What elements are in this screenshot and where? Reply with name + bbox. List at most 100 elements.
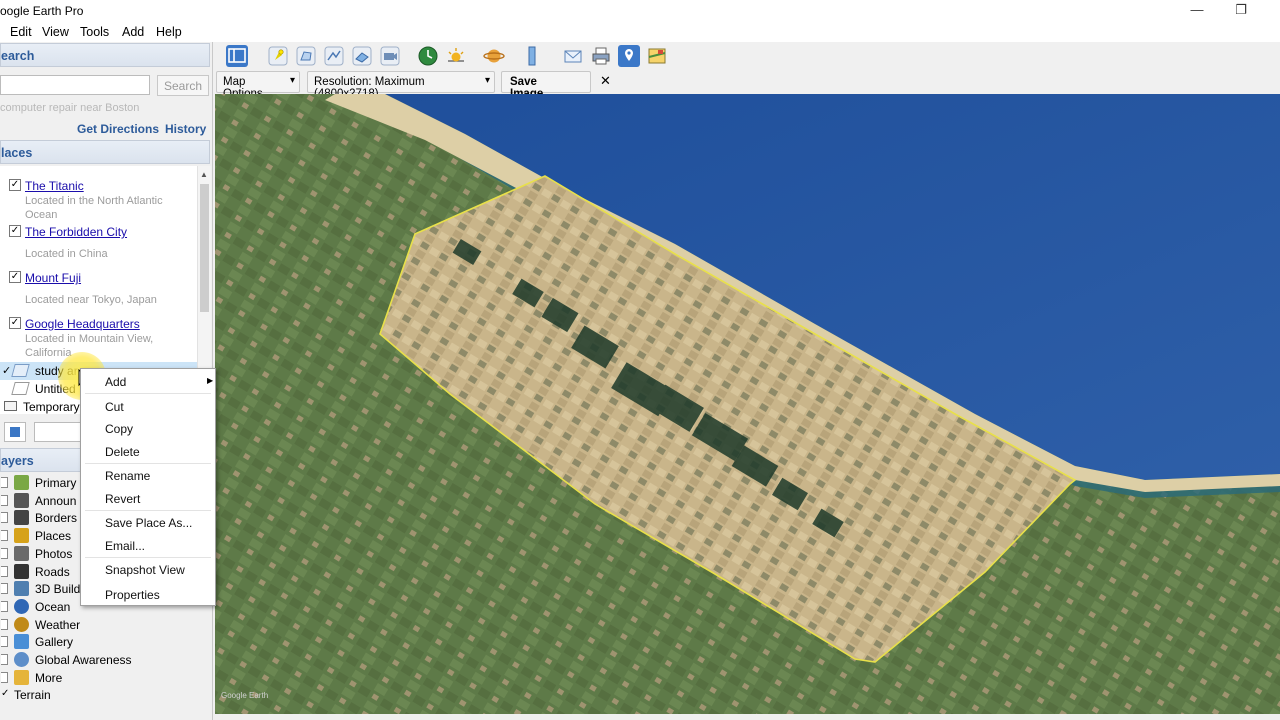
places-panel-header[interactable]: laces: [0, 140, 210, 164]
ctx-delete[interactable]: Delete: [105, 445, 140, 459]
save-image-tool-button[interactable]: [618, 45, 640, 67]
layer-item[interactable]: More: [0, 669, 210, 686]
layer-checkbox[interactable]: [1, 636, 8, 648]
layer-checkbox[interactable]: [1, 512, 8, 524]
window-title: oogle Earth Pro: [0, 4, 84, 18]
planet-icon: [483, 49, 505, 63]
map-watermark: Google Earth: [221, 691, 268, 700]
ruler-button[interactable]: [521, 45, 543, 67]
place-google-hq-desc: Located in Mountain View, California: [25, 333, 154, 359]
sun-icon: [448, 48, 464, 62]
checkbox-titanic[interactable]: ✓: [9, 179, 21, 191]
globe-icon: [14, 652, 29, 667]
layer-checkbox[interactable]: [1, 671, 8, 683]
layer-label: Roads: [35, 564, 70, 579]
sidebar-toggle-button[interactable]: [226, 45, 248, 67]
layer-checkbox[interactable]: [1, 565, 8, 577]
switch-planet-button[interactable]: [483, 45, 505, 67]
layer-label: More: [35, 670, 63, 685]
menu-tools[interactable]: Tools: [80, 25, 109, 39]
place-google-hq[interactable]: Google Headquarters: [25, 317, 140, 331]
building-icon: [14, 581, 29, 597]
layer-checkbox[interactable]: [1, 477, 8, 488]
ctx-rename[interactable]: Rename: [105, 469, 150, 483]
restore-button[interactable]: ❐: [1221, 2, 1261, 20]
search-input[interactable]: [0, 75, 150, 95]
layer-item[interactable]: Global Awareness: [0, 651, 210, 668]
add-placemark-button[interactable]: [267, 45, 289, 67]
layer-checkbox[interactable]: [1, 583, 8, 595]
print-button[interactable]: [590, 45, 612, 67]
layer-label: Weather: [35, 617, 81, 632]
layer-label: Terrain: [14, 688, 51, 703]
more-icon: [14, 669, 29, 685]
layer-label: Photos: [35, 546, 73, 561]
close-save-mode-button[interactable]: ✕: [600, 73, 611, 89]
menu-view[interactable]: View: [42, 25, 69, 39]
place-titanic[interactable]: The Titanic: [25, 179, 84, 193]
ctx-copy[interactable]: Copy: [105, 422, 133, 436]
resolution-dropdown[interactable]: Resolution: Maximum (4800x2718): [307, 71, 495, 100]
layer-item[interactable]: ✓ Terrain: [0, 686, 210, 703]
ctx-cut[interactable]: Cut: [105, 400, 124, 414]
add-path-button[interactable]: [323, 45, 345, 67]
panel-toggle-button[interactable]: [4, 422, 26, 442]
layer-label: Borders: [35, 511, 78, 526]
save-image-button[interactable]: Save Image...: [501, 71, 591, 100]
ctx-properties[interactable]: Properties: [105, 588, 160, 602]
layer-checkbox[interactable]: [1, 600, 8, 612]
search-button[interactable]: Search: [157, 75, 209, 96]
layer-item[interactable]: Weather: [0, 616, 210, 633]
printer-icon: [592, 47, 610, 65]
submenu-arrow-icon: ▶: [207, 376, 214, 385]
scroll-thumb[interactable]: [200, 184, 209, 312]
history-link[interactable]: History: [165, 122, 206, 136]
map-view[interactable]: Google Earth: [215, 94, 1280, 714]
record-tour-button[interactable]: [379, 45, 401, 67]
menu-edit[interactable]: Edit: [10, 25, 32, 39]
ctx-separator: [85, 557, 211, 558]
pushpin-icon: [268, 46, 288, 66]
place-mount-fuji-desc: Located near Tokyo, Japan: [25, 294, 157, 306]
search-panel-header[interactable]: earch: [0, 43, 210, 67]
add-overlay-button[interactable]: [351, 45, 373, 67]
ctx-snapshot-view[interactable]: Snapshot View: [105, 563, 185, 577]
ctx-separator: [85, 510, 211, 511]
map-options-dropdown[interactable]: Map Options: [216, 71, 300, 100]
get-directions-link[interactable]: Get Directions: [77, 122, 159, 136]
layer-item[interactable]: Gallery: [0, 633, 210, 650]
email-button[interactable]: [562, 45, 584, 67]
ctx-save-place-as[interactable]: Save Place As...: [105, 516, 192, 530]
checkbox-forbidden-city[interactable]: ✓: [9, 225, 21, 237]
add-polygon-button[interactable]: [295, 45, 317, 67]
place-forbidden-city[interactable]: The Forbidden City: [25, 225, 127, 239]
envelope-icon: [564, 50, 582, 63]
view-in-maps-button[interactable]: [646, 45, 668, 67]
layer-checkbox[interactable]: [1, 494, 8, 506]
sun-icon: [14, 616, 29, 632]
menu-help[interactable]: Help: [156, 25, 182, 39]
layer-checkbox[interactable]: [1, 530, 8, 542]
layer-label: Gallery: [35, 635, 74, 650]
scroll-up-icon[interactable]: ▲: [200, 170, 208, 179]
check-study-area[interactable]: ✓: [2, 364, 11, 377]
ctx-email[interactable]: Email...: [105, 539, 145, 553]
search-hint: computer repair near Boston: [0, 102, 140, 114]
checkbox-mount-fuji[interactable]: ✓: [9, 271, 21, 283]
minimize-button[interactable]: —: [1177, 2, 1217, 20]
layer-checkbox[interactable]: [1, 618, 8, 630]
place-mount-fuji[interactable]: Mount Fuji: [25, 271, 81, 285]
layer-label: Announ: [35, 493, 77, 508]
polygon-tool-icon: [296, 46, 316, 66]
menu-add[interactable]: Add: [122, 25, 144, 39]
sunlight-button[interactable]: [445, 45, 467, 67]
path-tool-icon: [324, 46, 344, 66]
checkbox-google-hq[interactable]: ✓: [9, 317, 21, 329]
layer-checkbox[interactable]: ✓: [1, 688, 9, 699]
historical-imagery-button[interactable]: [417, 45, 439, 67]
layer-checkbox[interactable]: [1, 654, 8, 665]
layer-checkbox[interactable]: [1, 547, 8, 559]
ctx-revert[interactable]: Revert: [105, 492, 140, 506]
envelope-icon: [14, 492, 29, 508]
ctx-add[interactable]: Add: [105, 375, 126, 389]
